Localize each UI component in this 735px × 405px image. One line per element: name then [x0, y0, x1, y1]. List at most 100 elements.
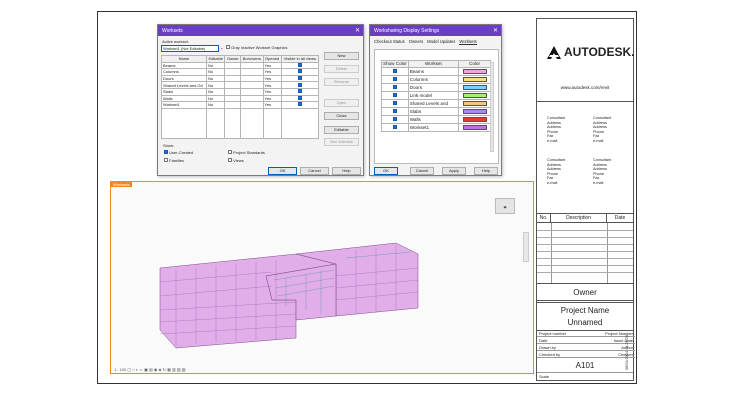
rev-description-header: Description	[551, 214, 607, 222]
show-color-checkbox[interactable]	[392, 92, 397, 97]
visible-checkbox[interactable]	[297, 102, 302, 107]
active-workset-select[interactable]: Workset1 (Not Editable)	[161, 45, 219, 52]
table-row[interactable]: Slabs No Yes	[161, 87, 320, 96]
table-row[interactable]: Shared Levels and	[381, 98, 491, 108]
table-row[interactable]: Shared Levels and Gri No Yes	[161, 81, 320, 89]
table-row[interactable]: Walls No Yes	[161, 94, 320, 103]
navigation-bar[interactable]	[523, 232, 529, 262]
col-name: Name	[161, 55, 207, 63]
project-name: Project Name	[537, 302, 633, 318]
col-visible: Visible in all views	[280, 55, 320, 63]
close-icon[interactable]: ✕	[493, 27, 498, 34]
show-user-created-checkbox[interactable]: User-Created	[164, 150, 193, 155]
color-swatch[interactable]	[462, 93, 487, 98]
rev-no-header: No.	[537, 214, 551, 222]
table-row[interactable]: Beams No Yes	[161, 61, 320, 70]
show-color-checkbox[interactable]	[392, 68, 397, 73]
close-icon[interactable]: ✕	[355, 27, 360, 34]
color-swatch[interactable]	[462, 101, 487, 106]
visible-checkbox[interactable]	[297, 89, 302, 94]
viewcube-icon[interactable]: ▣	[495, 198, 515, 214]
visible-checkbox[interactable]	[297, 76, 302, 81]
table-row[interactable]: Doors No Yes	[161, 74, 320, 83]
tab-checkout-status[interactable]: Checkout Status	[374, 39, 405, 45]
chevron-down-icon[interactable]: ⌄	[220, 45, 223, 50]
table-row[interactable]: Link model	[381, 90, 491, 100]
tab-worksets[interactable]: Worksets	[459, 39, 477, 45]
show-color-checkbox[interactable]	[392, 124, 397, 129]
table-row[interactable]: Doors	[381, 82, 491, 92]
autodesk-logo-icon	[547, 45, 561, 59]
table-row[interactable]: Columns No Yes	[161, 68, 320, 76]
non-editable-button[interactable]: Non Editable	[324, 138, 359, 146]
worksharing-display-dialog: Worksharing Display Settings ✕ Checkout …	[369, 24, 502, 176]
consultant-block: Consultant Address Address Phone Fax e-mail	[593, 116, 612, 143]
close-button[interactable]: Close	[324, 112, 359, 120]
color-swatch[interactable]	[462, 85, 487, 90]
worksets-table: Name Editable Owner Borrowers Opened Vis…	[161, 55, 320, 139]
show-color-checkbox[interactable]	[392, 76, 397, 81]
brand-url: www.autodesk.com/revit	[560, 85, 610, 90]
col-borrowers: Borrowers	[240, 55, 264, 63]
viewport[interactable]: Worksets ▣ 1: 100 ▢ ⌂ ◐ ☼ ▣ ▤ ◉ ◈ ↻ ▦ ▥…	[110, 181, 534, 374]
building-model[interactable]	[146, 210, 446, 360]
visible-checkbox[interactable]	[297, 82, 302, 87]
table-row[interactable]: Beams	[381, 66, 491, 76]
info-row-drawn-by: Drawn by Author	[537, 345, 635, 351]
owner-label: Owner	[573, 288, 597, 297]
apply-button[interactable]: Apply	[442, 167, 466, 175]
tab-model-updates[interactable]: Model Updates	[427, 39, 455, 45]
view-control-bar[interactable]: 1 : 100 ▢ ⌂ ◐ ☼ ▣ ▤ ◉ ◈ ↻ ▦ ▥ ▧ ▨	[111, 367, 533, 373]
info-row-project-number: Project number Project Number	[537, 331, 635, 337]
show-color-checkbox[interactable]	[392, 116, 397, 121]
color-swatch[interactable]	[462, 77, 487, 82]
visible-checkbox[interactable]	[297, 96, 302, 100]
help-button[interactable]: Help	[332, 167, 361, 175]
sheet-name: Unnamed	[567, 318, 603, 327]
table-row[interactable]: Columns	[381, 74, 491, 84]
color-swatch[interactable]	[462, 125, 487, 130]
show-label: Show:	[163, 143, 175, 148]
delete-button[interactable]: Delete	[324, 65, 359, 73]
color-swatch[interactable]	[462, 109, 487, 114]
scale-label: Scale	[539, 374, 550, 379]
tab-owners[interactable]: Owners	[409, 39, 423, 45]
show-views-checkbox[interactable]: Views	[228, 158, 244, 163]
ok-button[interactable]: OK	[268, 167, 297, 175]
show-project-standards-checkbox[interactable]: Project Standards	[228, 150, 265, 155]
dialog-title: Worksets ✕	[158, 25, 363, 36]
show-color-checkbox[interactable]	[392, 108, 397, 113]
show-color-checkbox[interactable]	[392, 100, 397, 105]
rename-button[interactable]: Rename	[324, 78, 359, 86]
cancel-button[interactable]: Cancel	[410, 167, 434, 175]
autodesk-logo-box: AUTODESK. www.autodesk.com/revit	[537, 19, 634, 102]
editable-button[interactable]: Editable	[324, 126, 359, 134]
show-color-checkbox[interactable]	[392, 84, 397, 89]
color-swatch[interactable]	[462, 117, 487, 122]
table-row[interactable]: Workset1 No Yes	[161, 101, 320, 109]
tab-panel: Show Color Workset Color Beams Columns D…	[374, 49, 499, 164]
color-swatch[interactable]	[462, 69, 487, 74]
col-workset: Workset	[407, 60, 460, 68]
rev-date-header: Date	[614, 215, 626, 221]
open-button[interactable]: Open	[324, 99, 359, 107]
workset-color-table: Show Color Workset Color Beams Columns D…	[381, 60, 491, 132]
table-row[interactable]: Walls	[381, 114, 491, 124]
info-row-date: Date Issue Date	[537, 338, 635, 344]
table-row[interactable]: Workset1	[381, 122, 491, 132]
cancel-button[interactable]: Cancel	[300, 167, 329, 175]
show-families-checkbox[interactable]: Families	[164, 158, 184, 163]
gray-inactive-checkbox[interactable]: Gray Inactive Workset Graphics	[226, 45, 288, 50]
visible-checkbox[interactable]	[297, 63, 302, 67]
col-opened: Opened	[262, 55, 282, 63]
visible-checkbox[interactable]	[297, 69, 302, 74]
ok-button[interactable]: OK	[374, 167, 398, 175]
consultant-block: Consultant Address Address Phone Fax e-mail	[547, 116, 566, 143]
title-block-panel: AUTODESK. www.autodesk.com/revit Consult…	[536, 18, 635, 381]
scrollbar[interactable]	[490, 62, 494, 152]
new-button[interactable]: New	[324, 52, 359, 60]
viewport-label: Worksets	[111, 182, 132, 187]
table-row[interactable]: Slabs	[381, 106, 491, 116]
consultant-block: Consultant Address Address Phone Fax e-mail	[593, 158, 612, 185]
help-button[interactable]: Help	[474, 167, 498, 175]
